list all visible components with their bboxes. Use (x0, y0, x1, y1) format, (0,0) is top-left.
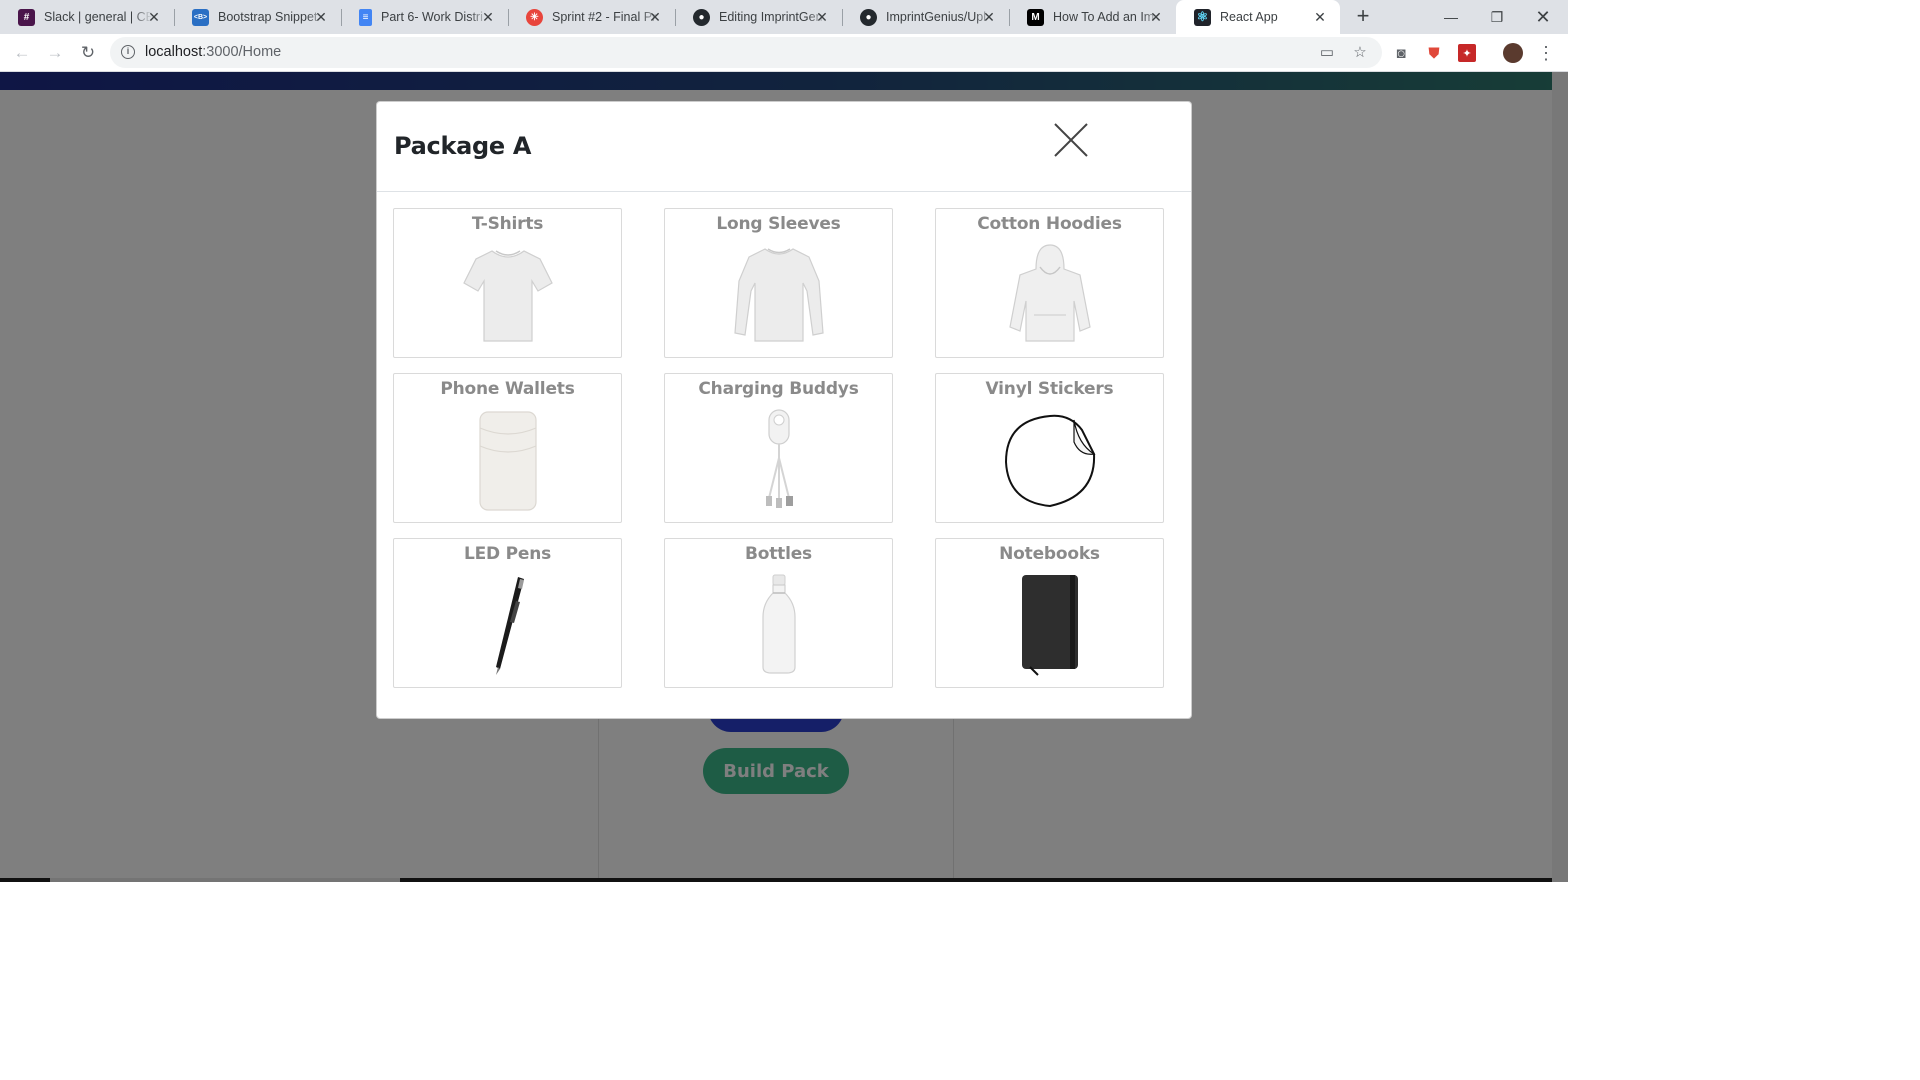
modal-header: Package A (377, 102, 1191, 192)
tab-title: Part 6- Work Distri (381, 10, 483, 24)
item-label: T-Shirts (471, 214, 544, 234)
tshirt-icon (463, 250, 553, 342)
url-host: localhost (145, 44, 203, 60)
menu-icon[interactable]: ⋮ (1537, 43, 1555, 63)
item-label: LED Pens (463, 544, 552, 564)
tab-sprint[interactable]: ✳ Sprint #2 - Final Pr ✕ (508, 0, 675, 34)
back-icon[interactable]: ← (9, 40, 35, 66)
tab-bootstrap[interactable]: <B> Bootstrap Snippet ✕ (174, 0, 341, 34)
sprint-icon: ✳ (526, 8, 543, 26)
bootstrap-icon: <B> (192, 8, 209, 26)
close-tab-icon[interactable]: ✕ (313, 9, 329, 25)
tab-title: Bootstrap Snippet (218, 10, 318, 24)
item-tile-charging-buddys[interactable]: Charging Buddys (664, 373, 893, 523)
item-tile-phone-wallets[interactable]: Phone Wallets (393, 373, 622, 523)
close-icon[interactable] (1053, 122, 1089, 158)
close-tab-icon[interactable]: ✕ (1312, 9, 1328, 25)
hoodie-icon (1009, 244, 1091, 342)
tab-strip: # Slack | general | CE ✕ <B> Bootstrap S… (0, 0, 1568, 34)
tab-medium[interactable]: M How To Add an Im ✕ (1009, 0, 1176, 34)
tab-google-docs[interactable]: ≡ Part 6- Work Distri ✕ (341, 0, 508, 34)
sticker-icon (1004, 414, 1096, 508)
notebook-icon (1022, 575, 1078, 676)
long-sleeve-shirt-icon (734, 248, 824, 342)
item-label: Bottles (745, 544, 812, 564)
close-tab-icon[interactable]: ✕ (146, 9, 162, 25)
react-icon: ⚛ (1194, 8, 1211, 26)
profile-avatar[interactable] (1503, 43, 1523, 63)
item-tile-bottles[interactable]: Bottles (664, 538, 893, 688)
tab-github-editing[interactable]: ● Editing ImprintGen ✕ (675, 0, 842, 34)
camera-extension-icon[interactable]: ◙ (1392, 44, 1410, 62)
shield-extension-icon[interactable]: ⛊ (1425, 44, 1443, 62)
item-label: Long Sleeves (716, 214, 841, 234)
close-tab-icon[interactable]: ✕ (814, 9, 830, 25)
modal-title: Package A (394, 132, 532, 160)
extension-icon[interactable]: ✦ (1458, 44, 1476, 62)
close-tab-icon[interactable]: ✕ (981, 9, 997, 25)
reload-icon[interactable]: ↻ (75, 40, 101, 66)
item-label: Cotton Hoodies (977, 214, 1122, 234)
item-tile-long-sleeves[interactable]: Long Sleeves (664, 208, 893, 358)
bottle-icon (762, 574, 796, 674)
medium-icon: M (1027, 8, 1044, 26)
item-label: Vinyl Stickers (985, 379, 1114, 399)
tab-title: Sprint #2 - Final Pr (552, 10, 657, 24)
new-tab-button[interactable]: + (1350, 4, 1376, 30)
bookmark-star-icon[interactable]: ☆ (1351, 43, 1369, 61)
url-text[interactable]: localhost:3000/Home (145, 44, 281, 60)
tab-react-app[interactable]: ⚛ React App ✕ (1176, 0, 1340, 34)
address-bar[interactable]: i localhost:3000/Home ▭ ☆ (110, 37, 1382, 68)
github-icon: ● (860, 8, 877, 26)
restore-icon[interactable]: ❐ (1474, 0, 1520, 34)
tab-slack[interactable]: # Slack | general | CE ✕ (0, 0, 174, 34)
tab-title: Editing ImprintGen (719, 10, 823, 24)
minimize-icon[interactable]: — (1428, 0, 1474, 34)
close-tab-icon[interactable]: ✕ (480, 9, 496, 25)
item-tile-cotton-hoodies[interactable]: Cotton Hoodies (935, 208, 1164, 358)
url-path: :3000/Home (202, 44, 282, 60)
cast-icon[interactable]: ▭ (1318, 43, 1336, 61)
charging-cable-icon (766, 409, 793, 508)
pen-icon (496, 577, 524, 675)
phone-wallet-icon (479, 411, 537, 511)
item-tile-tshirts[interactable]: T-Shirts (393, 208, 622, 358)
forward-icon[interactable]: → (42, 40, 68, 66)
slack-icon: # (18, 8, 35, 26)
item-label: Phone Wallets (440, 379, 575, 399)
tab-title: Slack | general | CE (44, 10, 152, 24)
item-tile-notebooks[interactable]: Notebooks (935, 538, 1164, 688)
github-icon: ● (693, 8, 710, 26)
item-tile-vinyl-stickers[interactable]: Vinyl Stickers (935, 373, 1164, 523)
site-info-icon[interactable]: i (121, 45, 135, 59)
package-modal: Package A T-Shirts Long Sleeves Cotton H… (376, 101, 1192, 719)
browser-toolbar: ← → ↻ i localhost:3000/Home ▭ ☆ ◙ ⛊ ✦ ⋮ (0, 34, 1568, 72)
close-window-icon[interactable]: ✕ (1520, 0, 1566, 34)
item-tile-led-pens[interactable]: LED Pens (393, 538, 622, 688)
close-tab-icon[interactable]: ✕ (1148, 9, 1164, 25)
tab-title: How To Add an Im (1053, 10, 1155, 24)
close-tab-icon[interactable]: ✕ (647, 9, 663, 25)
item-label: Notebooks (999, 544, 1100, 564)
tab-title: ImprintGenius/Upl (886, 10, 987, 24)
item-label: Charging Buddys (698, 379, 859, 399)
tab-github-repo[interactable]: ● ImprintGenius/Upl ✕ (842, 0, 1009, 34)
google-docs-icon: ≡ (359, 8, 372, 26)
